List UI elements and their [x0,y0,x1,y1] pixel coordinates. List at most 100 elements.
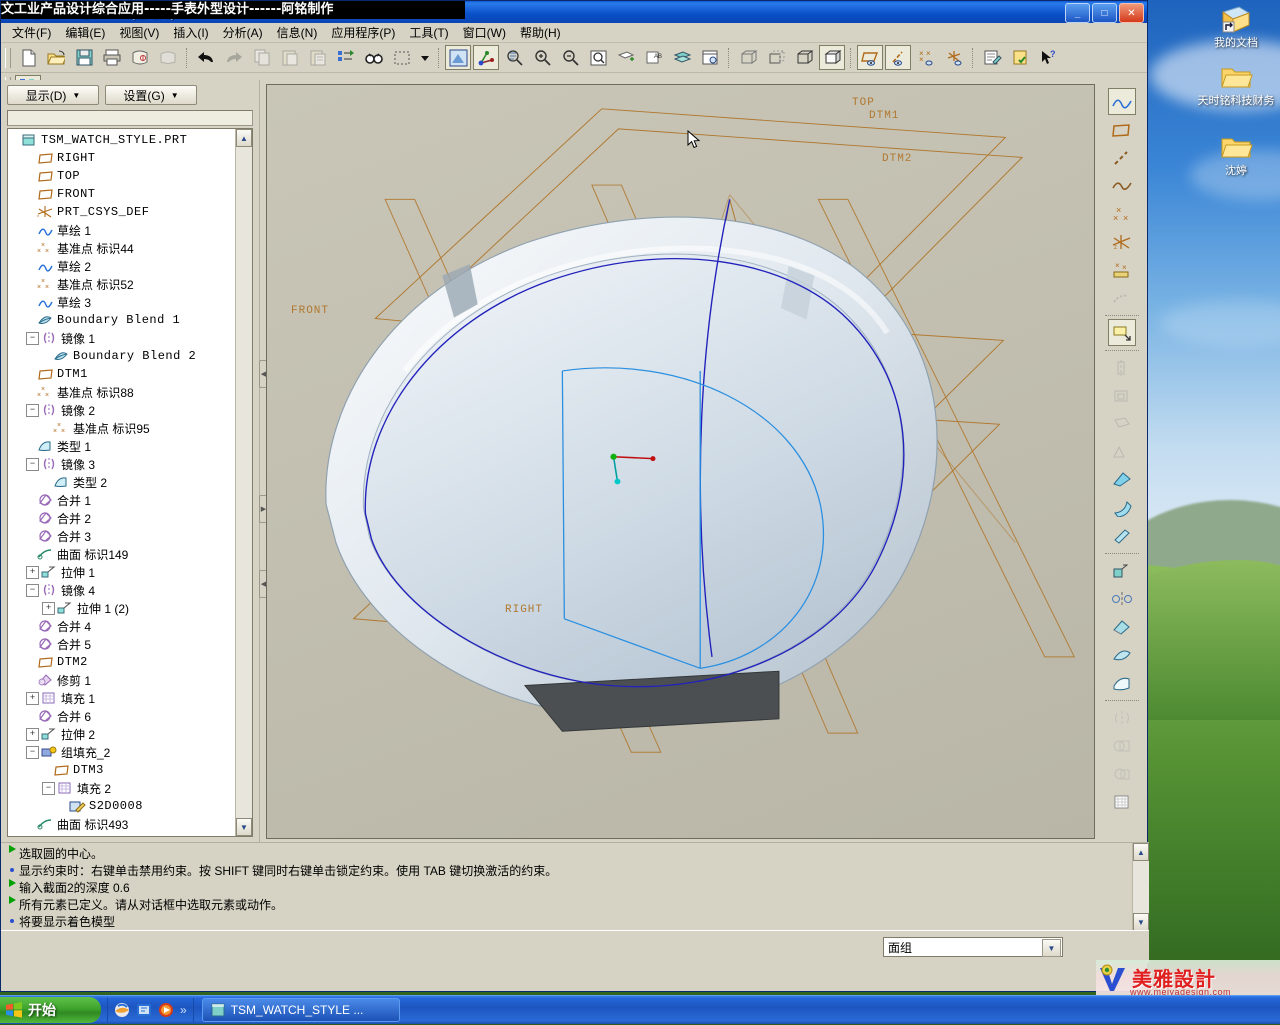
tree-collapse-button[interactable]: − [26,745,39,759]
view-orient-icon[interactable] [501,45,527,70]
boundary-blend-icon[interactable] [1108,641,1136,668]
menu-item-tools[interactable]: 工具(T) [402,22,455,43]
revolve-icon[interactable] [1108,354,1136,381]
layers-icon[interactable] [669,45,695,70]
copy-icon[interactable] [249,45,275,70]
tree-item[interactable]: 在此插入 [10,833,235,837]
save-icon[interactable] [71,45,97,70]
more-chevron-icon[interactable]: » [180,1003,187,1017]
sketch-icon[interactable] [1108,88,1136,115]
chevron-down-icon[interactable]: ▼ [1042,939,1061,957]
chamfer-icon[interactable] [1108,522,1136,549]
graphics-window[interactable]: TOP DTM1 DTM2 FRONT RIGHT [266,84,1095,839]
maximize-button[interactable]: □ [1092,3,1117,23]
pattern-icon[interactable] [1108,557,1136,584]
tree-item[interactable]: − 镜像 2 [10,401,235,419]
task-button-proe[interactable]: TSM_WATCH_STYLE ... [201,998,400,1022]
tree-item[interactable]: DTM1 [10,365,235,383]
tree-item[interactable]: S2D0008 [10,797,235,815]
mirror-icon[interactable] [1108,585,1136,612]
scroll-down-button[interactable]: ▼ [236,818,252,836]
datum-point-icon[interactable]: × × × [1108,200,1136,227]
desktop-icon-tianshiming[interactable]: 天时铭科技财务 [1194,62,1278,107]
tree-item[interactable]: × × × 基准点 标识52 [10,275,235,293]
tree-collapse-button[interactable]: − [26,331,39,345]
wireframe-icon[interactable] [735,45,761,70]
tree-item[interactable]: × × × 基准点 标识88 [10,383,235,401]
no-hidden-icon[interactable] [791,45,817,70]
tree-item[interactable]: 合并 3 [10,527,235,545]
repaint-icon[interactable] [445,45,471,70]
scroll-up-button[interactable]: ▲ [1133,843,1149,861]
media-player-icon[interactable] [158,1002,174,1018]
datum-point-icon[interactable]: × × × [913,45,939,70]
tree-show-button[interactable]: 显示(D) ▼ [7,85,99,105]
tree-item[interactable]: DTM3 [10,761,235,779]
find-icon[interactable] [361,45,387,70]
tree-item[interactable]: + 拉伸 2 [10,725,235,743]
tree-item[interactable]: TSM_WATCH_STYLE.PRT [10,131,235,149]
select-box-icon[interactable] [389,45,415,70]
menu-item-analysis[interactable]: 分析(A) [216,22,270,43]
tree-item[interactable]: RIGHT [10,149,235,167]
tree-item[interactable]: x PRT_CSYS_DEF [10,203,235,221]
tree-item[interactable]: 合并 1 [10,491,235,509]
sweep-icon[interactable] [1108,382,1136,409]
tree-item[interactable]: + 拉伸 1 (2) [10,599,235,617]
tree-settings-button[interactable]: 设置(G) ▼ [105,85,197,105]
message-scrollbar[interactable]: ▲ ▼ [1132,843,1149,931]
paste-special-icon[interactable] [305,45,331,70]
datum-csys-icon[interactable]: z [1108,228,1136,255]
model-notes-icon[interactable] [979,45,1005,70]
tree-collapse-button[interactable]: − [26,403,39,417]
datum-plane-icon[interactable] [1108,116,1136,143]
paste-icon[interactable] [277,45,303,70]
tree-item[interactable]: Boundary Blend 1 [10,311,235,329]
tree-item[interactable]: + 填充 1 [10,689,235,707]
style-icon[interactable] [1108,669,1136,696]
tree-item[interactable]: × × × 基准点 标识44 [10,239,235,257]
hole-icon[interactable] [1108,410,1136,437]
tree-expand-button[interactable]: + [26,565,39,579]
tree-item[interactable]: 草绘 1 [10,221,235,239]
menu-item-window[interactable]: 窗口(W) [456,22,513,43]
merge-icon[interactable] [1108,613,1136,640]
menu-item-applications[interactable]: 应用程序(P) [324,22,402,43]
tree-vertical-scrollbar[interactable]: ▲ ▼ [235,129,252,836]
zoom-out-icon[interactable] [557,45,583,70]
tree-item[interactable]: 合并 5 [10,635,235,653]
trim-icon[interactable] [1108,732,1136,759]
cad-model-render[interactable] [267,85,1094,838]
clipboard-check-icon[interactable] [1007,45,1033,70]
tree-item[interactable]: − 填充 2 [10,779,235,797]
tree-expand-button[interactable]: + [42,601,55,615]
datum-axis-icon[interactable] [885,45,911,70]
select-dropdown-icon[interactable] [417,45,433,70]
show-desktop-icon[interactable] [136,1002,152,1018]
start-button[interactable]: 开始 [0,997,101,1023]
scroll-down-button[interactable]: ▼ [1133,913,1149,931]
zoom-in-icon[interactable] [529,45,555,70]
extrude-icon[interactable] [1108,319,1136,346]
tree-item[interactable]: + 拉伸 1 [10,563,235,581]
tree-item[interactable]: 类型 2 [10,473,235,491]
scroll-up-button[interactable]: ▲ [236,129,252,147]
fill-icon[interactable] [1108,788,1136,815]
menu-item-help[interactable]: 帮助(H) [513,22,568,43]
offset-icon[interactable] [1108,760,1136,787]
tree-collapse-button[interactable]: − [26,457,39,471]
mirror-geom-icon[interactable] [1108,704,1136,731]
refit-icon[interactable] [585,45,611,70]
menu-item-insert[interactable]: 插入(I) [166,22,215,43]
shading-icon[interactable] [819,45,845,70]
tree-item[interactable]: 草绘 2 [10,257,235,275]
regenerate-icon[interactable] [333,45,359,70]
tree-item[interactable]: − 镜像 4 [10,581,235,599]
tree-item[interactable]: 类型 1 [10,437,235,455]
tree-item[interactable]: TOP [10,167,235,185]
cosmetic-icon[interactable] [1108,284,1136,311]
tree-collapse-button[interactable]: − [42,781,55,795]
undo-icon[interactable] [193,45,219,70]
redo-icon[interactable] [221,45,247,70]
tree-item[interactable]: 曲面 标识149 [10,545,235,563]
